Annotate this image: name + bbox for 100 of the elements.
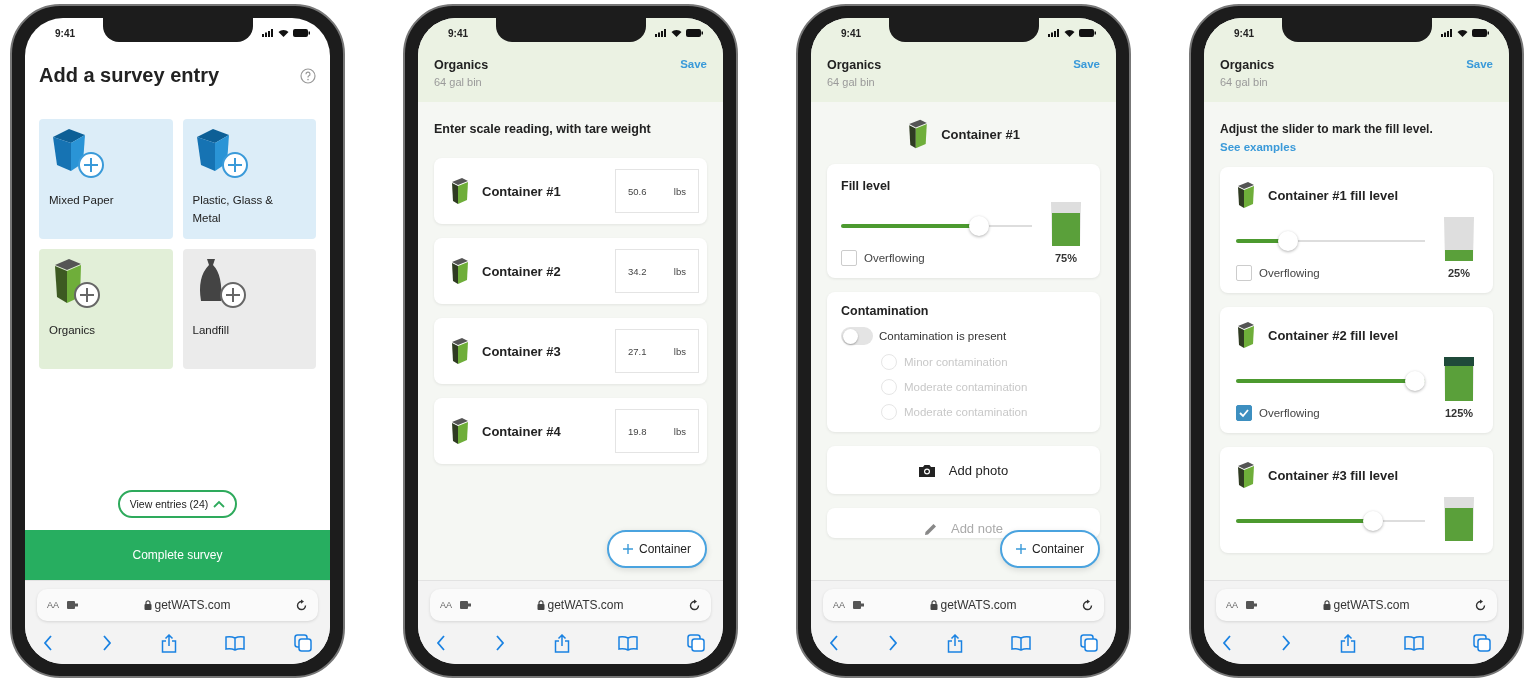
extension-icon[interactable] — [853, 600, 865, 610]
text-size-button[interactable]: AA — [833, 600, 845, 610]
bin-icon — [450, 417, 470, 445]
container-name: Container #3 fill level — [1268, 467, 1400, 483]
bin-icon — [1236, 181, 1256, 209]
view-entries-button[interactable]: View entries (24) — [117, 490, 238, 518]
checkbox-label: Overflowing — [1259, 407, 1320, 419]
plus-icon — [622, 544, 633, 554]
add-photo-button[interactable]: Add photo — [827, 446, 1100, 494]
status-time: 9:41 — [448, 27, 468, 39]
tabs-icon[interactable] — [1080, 634, 1098, 652]
bookmarks-icon[interactable] — [1011, 635, 1032, 651]
share-icon[interactable] — [553, 633, 570, 653]
bookmarks-icon[interactable] — [618, 635, 639, 651]
extension-icon[interactable] — [67, 600, 79, 610]
bin-size-label: 64 gal bin — [827, 76, 876, 88]
extension-icon[interactable] — [1246, 600, 1258, 610]
text-size-button[interactable]: AA — [1226, 600, 1238, 610]
status-time: 9:41 — [55, 27, 75, 39]
signal-icon — [262, 29, 274, 37]
slider-thumb[interactable] — [1362, 511, 1383, 531]
fill-slider[interactable] — [1236, 511, 1425, 531]
chevron-up-icon — [213, 500, 226, 508]
weight-field[interactable]: 19.8 lbs — [615, 409, 699, 453]
bin-icon — [450, 257, 470, 285]
checkbox[interactable] — [841, 250, 857, 266]
tabs-icon[interactable] — [294, 634, 312, 652]
extension-icon[interactable] — [460, 600, 472, 610]
fill-percent: 125% — [1444, 407, 1474, 419]
category-tile[interactable]: Landfill — [182, 249, 316, 369]
plus-icon — [1015, 544, 1026, 554]
bin-size-label: 64 gal bin — [1220, 76, 1269, 88]
fill-slider[interactable] — [1236, 371, 1425, 391]
text-size-button[interactable]: AA — [440, 600, 452, 610]
back-icon[interactable] — [829, 635, 839, 651]
reload-icon[interactable] — [295, 598, 308, 612]
slider-thumb[interactable] — [1278, 231, 1299, 251]
forward-icon[interactable] — [1280, 635, 1291, 651]
signal-icon — [655, 29, 667, 37]
category-tile[interactable]: Mixed Paper — [39, 119, 173, 239]
card-title: Contamination — [841, 304, 930, 318]
forward-icon[interactable] — [494, 635, 505, 651]
card-title: Fill level — [841, 179, 891, 193]
weight-field[interactable]: 34.2 lbs — [615, 249, 699, 293]
forward-icon[interactable] — [887, 635, 898, 651]
weight-field[interactable]: 50.6 lbs — [615, 169, 699, 213]
fill-slider[interactable] — [841, 216, 1032, 236]
wifi-icon — [1457, 29, 1468, 37]
category-tile[interactable]: Plastic, Glass & Metal — [182, 119, 316, 239]
lock-icon — [929, 600, 938, 610]
category-label: Organics — [49, 323, 96, 338]
add-container-button[interactable]: Container — [606, 530, 707, 568]
weight-field[interactable]: 27.1 lbs — [615, 329, 699, 373]
lock-icon — [143, 600, 152, 610]
text-size-button[interactable]: AA — [47, 600, 59, 610]
slider-thumb[interactable] — [1405, 371, 1425, 391]
address-bar[interactable]: AA getWATS.com — [1216, 589, 1497, 621]
wifi-icon — [671, 29, 682, 37]
battery-icon — [1079, 29, 1096, 37]
checkbox[interactable] — [1236, 265, 1252, 281]
container-name: Container #2 fill level — [1268, 327, 1400, 343]
battery-icon — [1472, 29, 1489, 37]
share-icon[interactable] — [1339, 633, 1356, 653]
signal-icon — [1441, 29, 1453, 37]
bookmarks-icon[interactable] — [225, 635, 246, 651]
back-icon[interactable] — [43, 635, 53, 651]
toggle-switch[interactable] — [841, 327, 873, 345]
reload-icon[interactable] — [688, 598, 701, 612]
wifi-icon — [278, 29, 289, 37]
fill-percent: 75% — [1055, 252, 1077, 264]
help-icon[interactable] — [300, 67, 316, 84]
address-bar[interactable]: AA getWATS.com — [37, 589, 318, 621]
url-text: getWATS.com — [1333, 598, 1410, 612]
bookmarks-icon[interactable] — [1404, 635, 1425, 651]
tabs-icon[interactable] — [1473, 634, 1491, 652]
forward-icon[interactable] — [101, 635, 112, 651]
container-name: Container #1 — [941, 126, 1020, 142]
status-time: 9:41 — [841, 27, 861, 39]
fill-slider[interactable] — [1236, 231, 1425, 251]
checkbox[interactable] — [1236, 405, 1252, 421]
reload-icon[interactable] — [1081, 598, 1094, 612]
address-bar[interactable]: AA getWATS.com — [823, 589, 1104, 621]
slider-thumb[interactable] — [969, 216, 990, 236]
category-label: Mixed Paper — [49, 193, 114, 208]
share-icon[interactable] — [160, 633, 177, 653]
back-icon[interactable] — [1222, 635, 1232, 651]
share-icon[interactable] — [946, 633, 963, 653]
category-tile[interactable]: Organics — [39, 249, 173, 369]
pencil-icon — [923, 523, 937, 536]
wifi-icon — [1064, 29, 1075, 37]
tabs-icon[interactable] — [687, 634, 705, 652]
address-bar[interactable]: AA getWATS.com — [430, 589, 711, 621]
status-time: 9:41 — [1234, 27, 1254, 39]
category-label: Plastic, Glass & Metal — [192, 193, 275, 227]
reload-icon[interactable] — [1474, 598, 1487, 612]
camera-icon — [918, 463, 935, 477]
container-name: Container #1 fill level — [1268, 187, 1400, 203]
back-icon[interactable] — [436, 635, 446, 651]
fill-percent: 25% — [1448, 267, 1470, 279]
fill-gauge-icon — [1444, 357, 1474, 401]
